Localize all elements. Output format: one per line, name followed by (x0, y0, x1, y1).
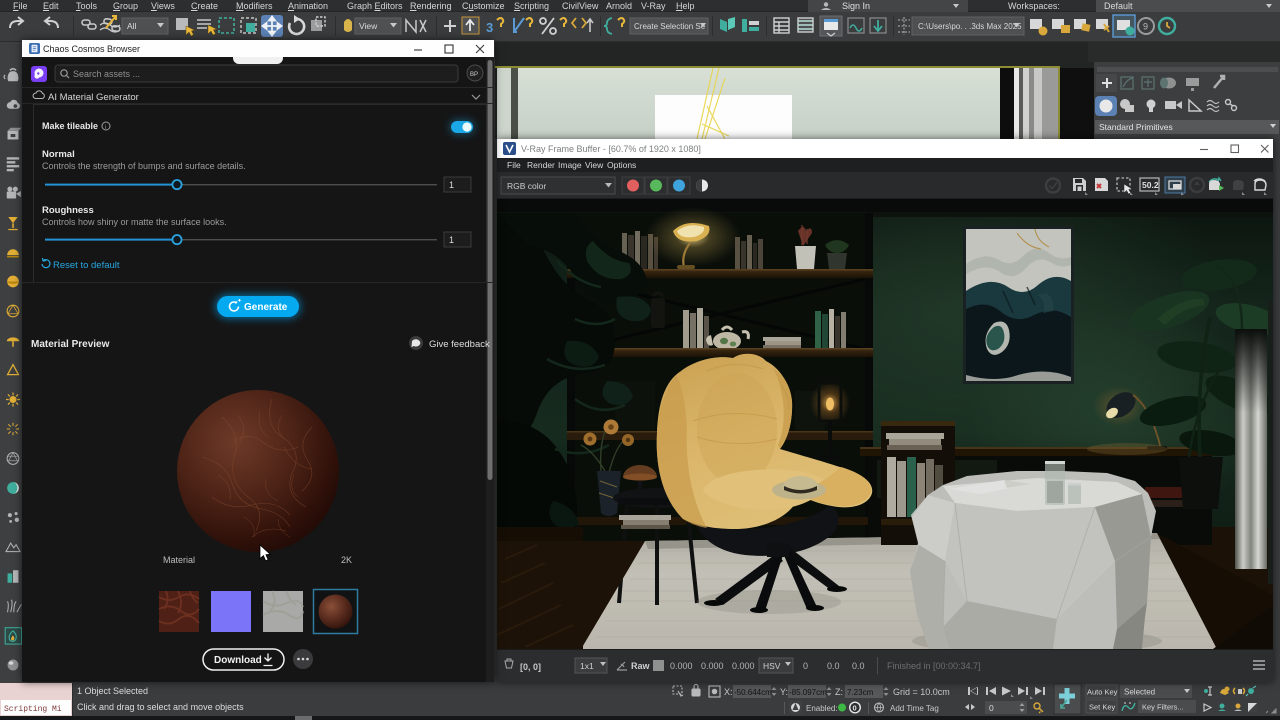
svg-text:0.000: 0.000 (701, 661, 724, 671)
svg-text:Search assets ...: Search assets ... (73, 69, 140, 79)
svg-text:Z:: Z: (835, 687, 843, 697)
svg-text:BP: BP (470, 72, 478, 78)
svg-text:RGB color: RGB color (507, 181, 546, 191)
svg-text:Scripting Mi: Scripting Mi (4, 705, 62, 714)
svg-text:0: 0 (853, 704, 857, 713)
svg-text:Finished in [00:00:34.7]: Finished in [00:00:34.7] (887, 661, 981, 671)
svg-text:Key Filters...: Key Filters... (1142, 703, 1184, 712)
svg-text:C:\Users\po. . .3ds Max 2025: C:\Users\po. . .3ds Max 2025 (918, 22, 1022, 31)
svg-text:0.0: 0.0 (852, 661, 865, 671)
svg-text:Make tileable: Make tileable (42, 121, 98, 131)
svg-text:AI Material Generator: AI Material Generator (48, 92, 139, 103)
svg-text:50.2: 50.2 (1142, 180, 1159, 190)
svg-text:Download: Download (214, 655, 262, 666)
svg-text:1 Object Selected: 1 Object Selected (77, 686, 148, 696)
svg-text:All: All (127, 21, 137, 31)
svg-text:Set Key: Set Key (1089, 703, 1116, 712)
svg-text:Add Time Tag: Add Time Tag (890, 704, 939, 713)
svg-text:Enabled:: Enabled: (806, 704, 838, 713)
svg-text:Controls the strength of bumps: Controls the strength of bumps and surfa… (42, 161, 246, 171)
svg-text:-85.097cm: -85.097cm (789, 688, 827, 697)
svg-text:Default: Default (1104, 1, 1133, 11)
svg-text:0: 0 (989, 703, 994, 713)
svg-text:0.0: 0.0 (827, 661, 840, 671)
svg-text:Generate: Generate (244, 302, 288, 313)
svg-text:Roughness: Roughness (42, 205, 94, 216)
svg-text:i: i (105, 125, 106, 131)
svg-text:Normal: Normal (42, 149, 75, 160)
svg-text:Material Preview: Material Preview (31, 339, 110, 350)
svg-text:X:: X: (724, 687, 733, 697)
svg-text:-50.644cm: -50.644cm (734, 688, 772, 697)
svg-text:Material: Material (163, 555, 195, 565)
svg-text:Raw: Raw (631, 661, 651, 671)
svg-text:0: 0 (803, 661, 808, 671)
svg-text:1: 1 (449, 180, 454, 190)
svg-text:Selected: Selected (1124, 688, 1155, 697)
svg-text:Controls how shiny or matte th: Controls how shiny or matte the surface … (42, 217, 227, 227)
svg-text:Give feedback: Give feedback (429, 339, 490, 350)
svg-text:[0, 0]: [0, 0] (520, 662, 541, 672)
svg-text:Y:: Y: (780, 687, 788, 697)
svg-text:Create Selection Se: Create Selection Se (634, 22, 706, 31)
svg-text:Auto Key: Auto Key (1087, 688, 1118, 697)
svg-text:Click and drag to select and m: Click and drag to select and move object… (77, 702, 244, 712)
svg-text:Grid = 10.0cm: Grid = 10.0cm (893, 687, 950, 697)
svg-text:0.000: 0.000 (670, 661, 693, 671)
svg-text:7.23cm: 7.23cm (847, 688, 874, 697)
svg-text:View: View (359, 21, 378, 31)
svg-text:Sign In: Sign In (842, 1, 870, 11)
svg-text:0.000: 0.000 (732, 661, 755, 671)
svg-text:1: 1 (449, 235, 454, 245)
svg-text:Reset to default: Reset to default (53, 260, 120, 271)
svg-text:9: 9 (1143, 22, 1148, 32)
svg-text:3: 3 (486, 20, 493, 35)
svg-text:2K: 2K (341, 555, 352, 565)
svg-text:Standard Primitives: Standard Primitives (1099, 122, 1173, 132)
svg-text:HSV: HSV (763, 661, 781, 671)
svg-text:1x1: 1x1 (580, 661, 594, 671)
